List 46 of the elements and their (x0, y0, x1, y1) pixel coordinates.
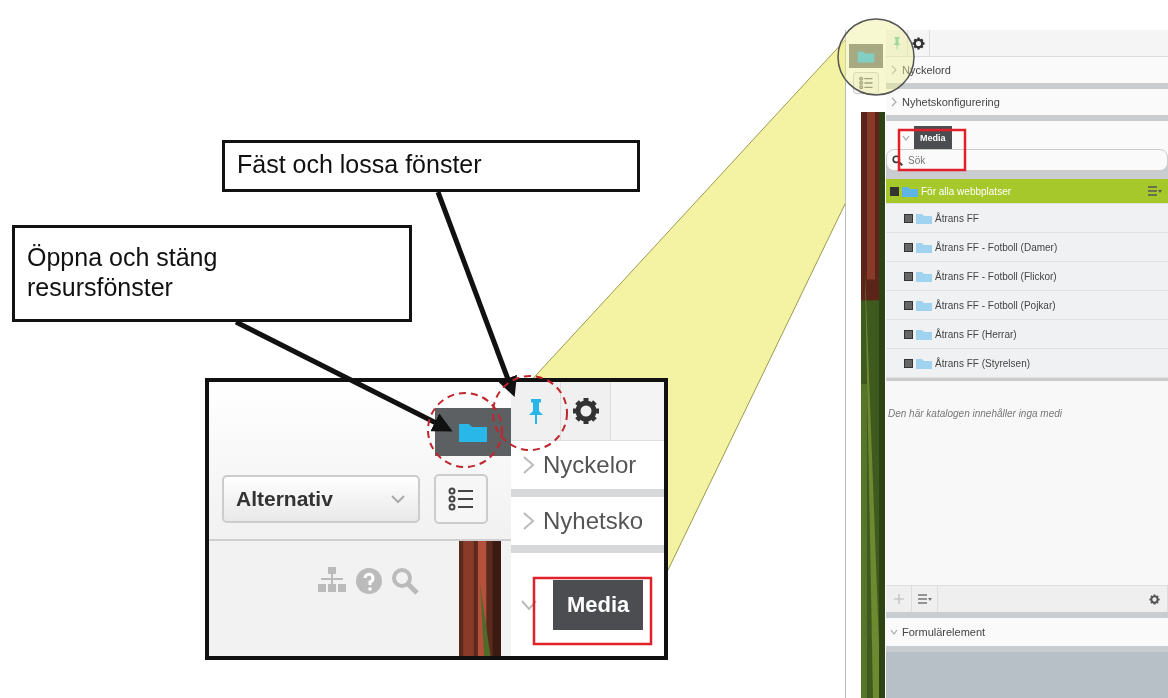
tree-item[interactable]: Åtrans FF - Fotboll (Flickor) (886, 262, 1168, 291)
expand-icon[interactable] (904, 213, 913, 223)
search-field[interactable]: Sök (886, 149, 1168, 171)
list-icon (858, 76, 874, 90)
expand-icon[interactable] (904, 300, 913, 310)
options-dropdown[interactable]: Alternativ (222, 475, 420, 523)
expand-icon[interactable] (904, 329, 913, 339)
gear-icon (1149, 593, 1160, 605)
caret-icon (390, 494, 406, 504)
menu-icon[interactable] (1148, 186, 1162, 196)
expand-icon[interactable] (904, 242, 913, 252)
folder-icon (916, 299, 932, 311)
settings-button[interactable] (561, 382, 611, 440)
folder-icon (916, 212, 932, 224)
folder-icon (902, 185, 918, 197)
tooltip: Media (553, 579, 644, 630)
tree-item[interactable]: Åtrans FF (886, 204, 1168, 233)
folder-icon (916, 241, 932, 253)
folder-button[interactable] (435, 408, 511, 456)
pin-button[interactable] (511, 382, 561, 440)
folder-icon (916, 328, 932, 340)
callout-label: Fäst och lossa fönster (222, 140, 640, 192)
list-view-button[interactable] (434, 474, 488, 524)
gear-icon (912, 36, 925, 50)
menu-icon (917, 594, 932, 604)
list-view-button[interactable] (853, 72, 879, 94)
folder-icon (458, 421, 488, 443)
expand-icon[interactable] (890, 186, 899, 196)
folder-icon (916, 357, 932, 369)
section-header[interactable]: Formulärelement (902, 626, 986, 638)
tree-item[interactable]: Åtrans FF - Fotboll (Pojkar) (886, 291, 1168, 320)
folder-icon (916, 270, 932, 282)
tree-item[interactable]: Åtrans FF (Herrar) (886, 320, 1168, 349)
list-icon (447, 486, 475, 512)
tree-item[interactable]: Åtrans FF - Fotboll (Damer) (886, 233, 1168, 262)
expand-icon[interactable] (904, 358, 913, 368)
empty-message: Den här katalogen innehåller inga medi (888, 408, 1062, 419)
gear-icon (571, 397, 600, 425)
section-header[interactable]: Nyhetskonfigurering (902, 96, 1000, 108)
tooltip: Media (914, 126, 952, 150)
pin-icon (891, 36, 902, 50)
callout-label: Öppna och stäng resursfönster (12, 225, 412, 322)
highlight-frame (897, 128, 967, 172)
folder-icon (857, 49, 875, 63)
expand-icon[interactable] (904, 271, 913, 281)
plus-icon (893, 594, 904, 604)
